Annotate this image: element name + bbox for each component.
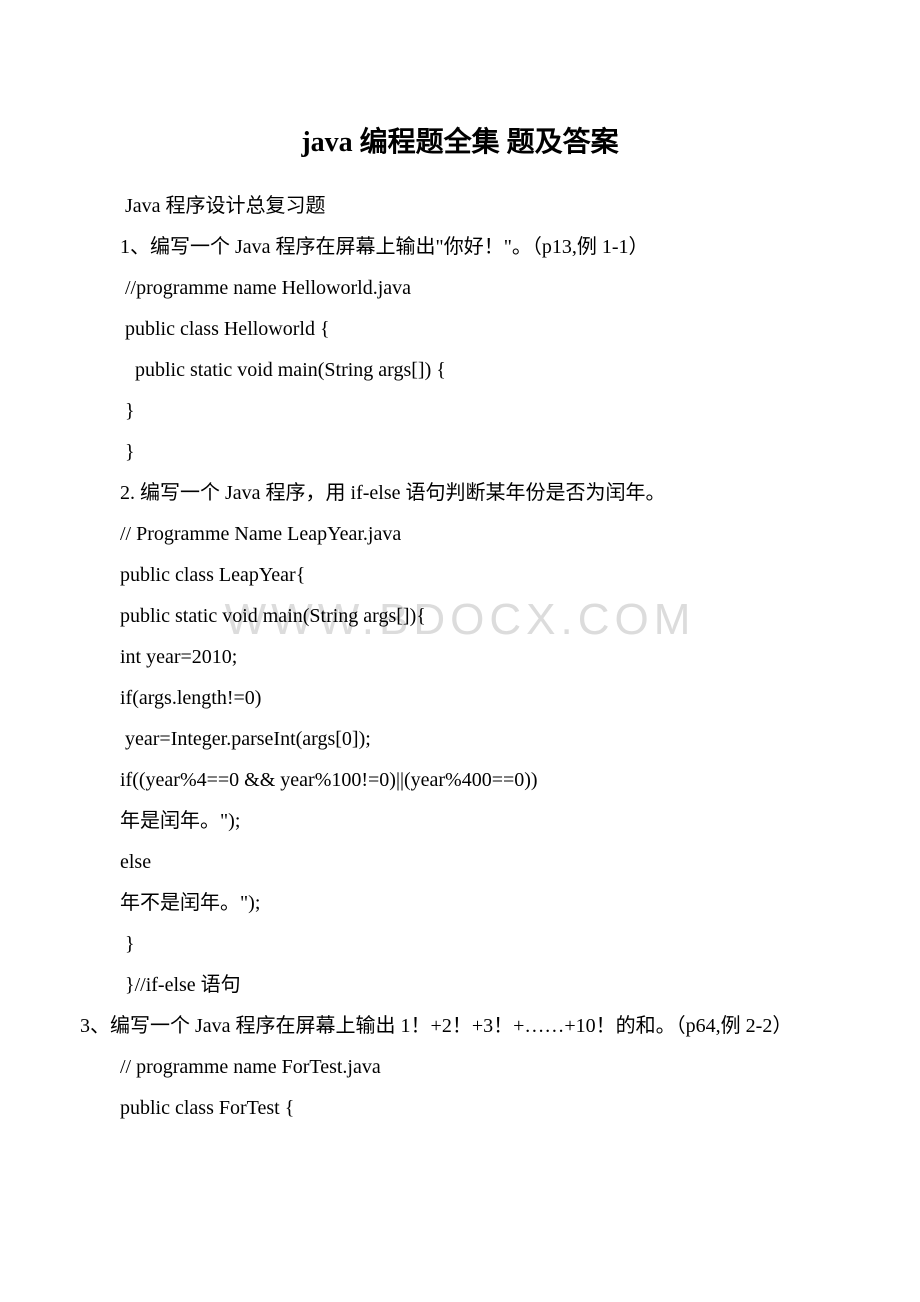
text-line: Java 程序设计总复习题 [80, 186, 840, 227]
text-line: } [80, 391, 840, 432]
text-line: } [80, 924, 840, 965]
text-line: public class Helloworld { [80, 309, 840, 350]
text-line: year=Integer.parseInt(args[0]); [80, 719, 840, 760]
text-line: 年不是闰年。"); [80, 883, 840, 924]
text-line: public static void main(String args[]){ [80, 596, 840, 637]
text-line: else [80, 842, 840, 883]
text-line: 1、编写一个 Java 程序在屏幕上输出"你好！"。（p13,例 1-1） [80, 227, 840, 268]
text-line: 年是闰年。"); [80, 801, 840, 842]
text-line: if((year%4==0 && year%100!=0)||(year%400… [80, 760, 840, 801]
text-line: 3、编写一个 Java 程序在屏幕上输出 1！+2！+3！+……+10！的和。（… [80, 1006, 840, 1047]
text-line: // programme name ForTest.java [80, 1047, 840, 1088]
text-line: 2. 编写一个 Java 程序，用 if-else 语句判断某年份是否为闰年。 [80, 473, 840, 514]
document-title: java 编程题全集 题及答案 [80, 120, 840, 160]
text-line: public static void main(String args[]) { [80, 350, 840, 391]
text-line: int year=2010; [80, 637, 840, 678]
text-line: //programme name Helloworld.java [80, 268, 840, 309]
text-line: public class ForTest { [80, 1088, 840, 1129]
text-line: // Programme Name LeapYear.java [80, 514, 840, 555]
text-line: } [80, 432, 840, 473]
lines-container: Java 程序设计总复习题1、编写一个 Java 程序在屏幕上输出"你好！"。（… [80, 186, 840, 1129]
text-line: }//if-else 语句 [80, 965, 840, 1006]
document-page: WWW.BDOCX.COM java 编程题全集 题及答案 Java 程序设计总… [0, 0, 920, 1189]
content-container: java 编程题全集 题及答案 Java 程序设计总复习题1、编写一个 Java… [80, 120, 840, 1129]
text-line: public class LeapYear{ [80, 555, 840, 596]
text-line: if(args.length!=0) [80, 678, 840, 719]
